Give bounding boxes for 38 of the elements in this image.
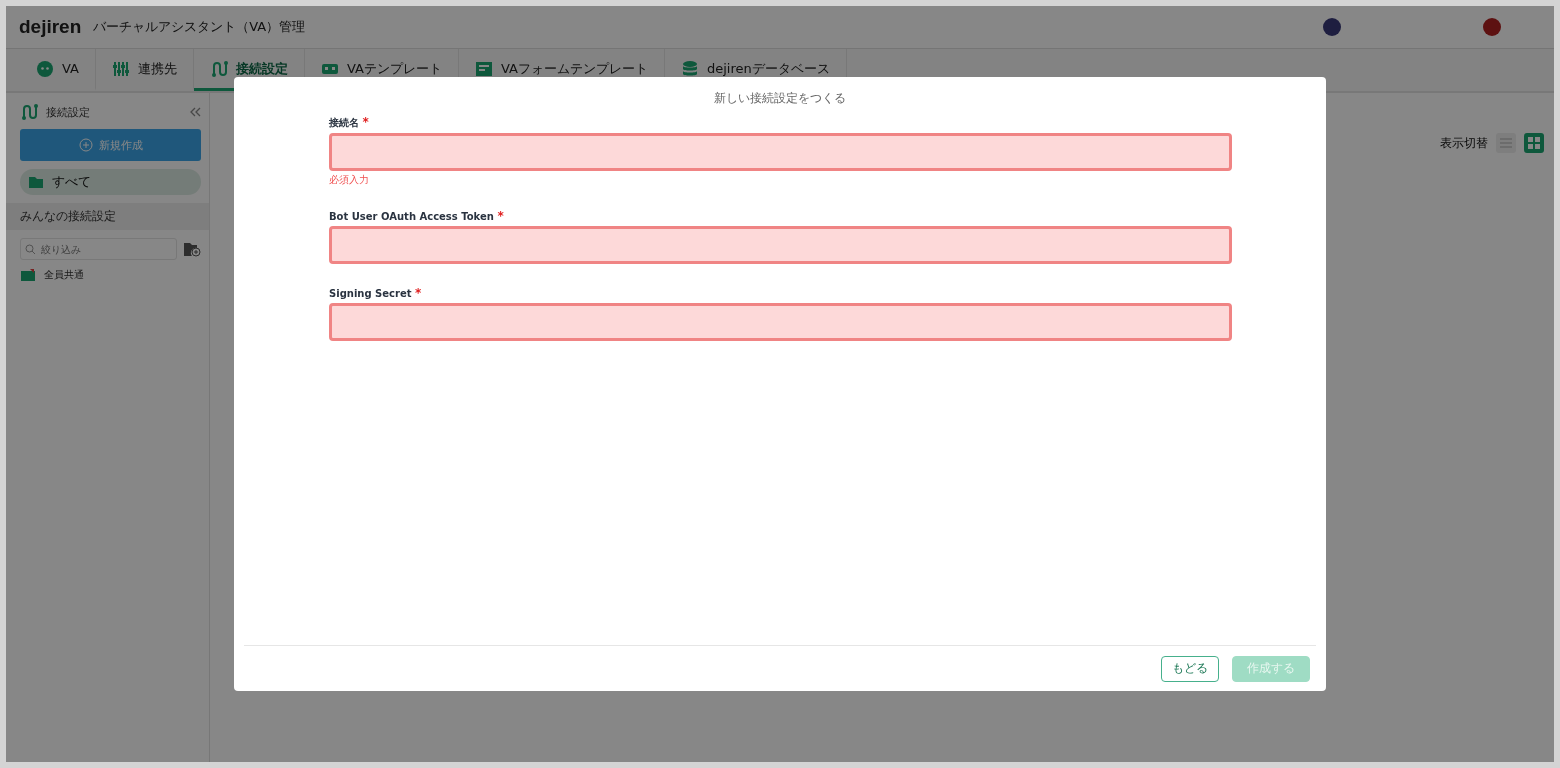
grid-icon [1527,136,1541,150]
filter-field[interactable]: 絞り込み [20,238,177,260]
avatar[interactable] [1323,18,1341,36]
input-field[interactable] [329,226,1232,264]
input-field[interactable] [329,133,1232,171]
field-label: Bot User OAuth Access Token [329,211,494,222]
sidebar-item[interactable]: すべて [20,169,201,195]
search-icon [25,244,36,255]
nav-tab[interactable]: VA [20,49,96,91]
nav-tab[interactable]: 連携先 [95,49,194,91]
dialog-title: 新しい接続設定をつくる [713,90,847,107]
input-field[interactable] [329,303,1232,341]
grid-view-button[interactable] [1524,133,1544,153]
plus-circle-icon [78,138,93,152]
app-logo: dejiren [19,16,82,38]
collapse-icon [189,106,201,118]
sliders-icon [111,59,130,78]
folder-icon [28,175,44,189]
error-message: 必須入力 [329,173,370,187]
route-icon [209,59,228,78]
required-mark: * [415,286,422,300]
database-icon [680,59,699,78]
view-toggle-label: 表示切替 [1440,134,1488,152]
list-view-button[interactable] [1496,133,1516,153]
section-heading: みんなの接続設定 [6,203,209,230]
app-title: バーチャルアシスタント（VA）管理 [93,18,306,36]
add-folder-icon [183,241,201,257]
back-button[interactable]: もどる [1161,655,1219,682]
sidebar-title: 接続設定 [46,104,90,120]
route-icon [20,103,38,121]
required-mark: * [497,209,504,223]
field-label: 接続名 [329,117,359,128]
folder-label[interactable]: 全員共通 [44,268,84,282]
avatar[interactable] [1483,18,1501,36]
field-label: Signing Secret [329,288,412,299]
face-icon [36,59,54,78]
folder-icon [20,268,36,282]
required-mark: * [362,115,369,129]
